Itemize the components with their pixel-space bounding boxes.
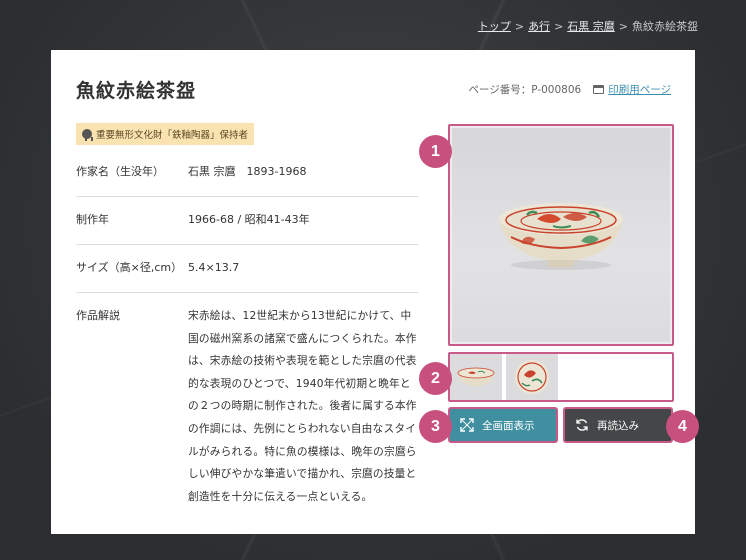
fullscreen-label: 全画面表示: [482, 419, 535, 432]
year-label: 制作年: [76, 213, 109, 226]
reload-button[interactable]: 再読込み: [563, 407, 673, 443]
annotation-marker-3: 3: [419, 410, 452, 443]
info-row-size: サイズ（高×径,cm） 5.4×13.7: [76, 245, 418, 293]
artist-label: 作家名（生没年）: [76, 165, 164, 178]
fullscreen-button[interactable]: 全画面表示: [448, 407, 558, 443]
thumbnail-top-view[interactable]: [506, 354, 558, 400]
thumbnail-strip: [448, 352, 674, 402]
info-row-year: 制作年 1966-68 / 昭和41-43年: [76, 197, 418, 245]
description-text: 宋赤絵は、12世紀末から13世紀にかけて、中国の磁州窯系の諸窯で盛んにつくられた…: [188, 309, 417, 503]
info-row-description: 作品解説 宋赤絵は、12世紀末から13世紀にかけて、中国の磁州窯系の諸窯で盛んに…: [76, 293, 418, 508]
thumbnail-side-view[interactable]: [450, 354, 502, 400]
artwork-info: 作家名（生没年） 石黒 宗麿 1893-1968 制作年 1966-68 / 昭…: [76, 150, 418, 508]
breadcrumb-current: 魚紋赤絵茶盌: [632, 20, 698, 33]
breadcrumb-separator: >: [514, 19, 525, 33]
main-artwork-image[interactable]: [448, 124, 674, 346]
page-meta: ページ番号：P-000806 印刷用ページ: [468, 82, 671, 97]
artwork-card: 魚紋赤絵茶盌 ページ番号：P-000806 印刷用ページ 重要無形文化財「鉄釉陶…: [51, 50, 695, 534]
page-title: 魚紋赤絵茶盌: [76, 80, 197, 102]
breadcrumb-top[interactable]: トップ: [478, 18, 511, 34]
badge-text: 重要無形文化財「鉄釉陶器」保持者: [96, 130, 249, 141]
medal-icon: [82, 129, 93, 141]
bowl-illustration: [491, 193, 631, 277]
breadcrumb-separator: >: [554, 19, 564, 33]
print-page-label: 印刷用ページ: [608, 84, 671, 96]
breadcrumb: トップ > あ行 > 石黒 宗麿 > 魚紋赤絵茶盌: [478, 18, 698, 34]
status-badge: 重要無形文化財「鉄釉陶器」保持者: [76, 123, 255, 145]
description-label: 作品解説: [76, 309, 120, 322]
print-page-link[interactable]: 印刷用ページ: [593, 82, 671, 97]
size-label: サイズ（高×径,cm）: [76, 261, 183, 274]
annotation-marker-1: 1: [419, 135, 452, 168]
expand-icon: [460, 418, 474, 432]
year-value: 1966-68 / 昭和41-43年: [188, 213, 310, 226]
annotation-marker-4: 4: [666, 410, 699, 443]
reload-label: 再読込み: [597, 419, 639, 432]
info-row-artist: 作家名（生没年） 石黒 宗麿 1893-1968: [76, 150, 418, 197]
artist-value: 石黒 宗麿 1893-1968: [188, 165, 307, 178]
size-value: 5.4×13.7: [188, 261, 240, 274]
annotation-marker-2: 2: [419, 362, 452, 395]
breadcrumb-a-row[interactable]: あ行: [528, 18, 550, 34]
page-number: ページ番号：P-000806: [468, 84, 582, 96]
breadcrumb-artist[interactable]: 石黒 宗麿: [567, 18, 615, 34]
refresh-icon: [576, 419, 588, 431]
artwork-photo: [452, 128, 670, 342]
breadcrumb-separator: >: [618, 19, 628, 33]
printer-icon: [593, 85, 605, 94]
